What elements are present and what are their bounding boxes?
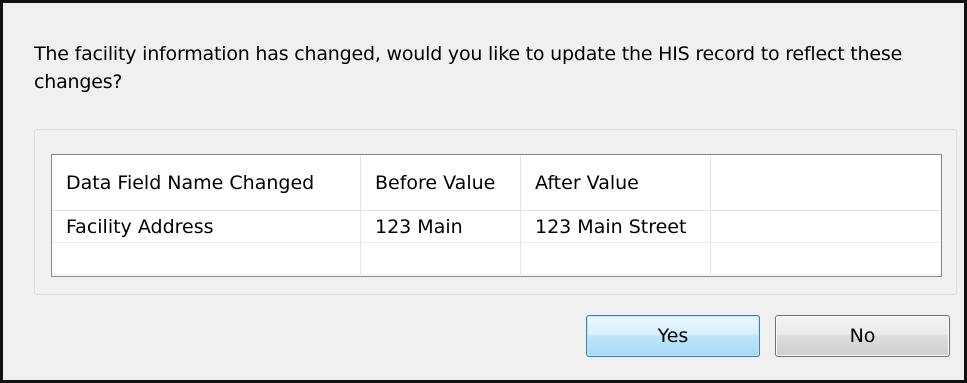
table-header: Data Field Name Changed Before Value Aft… (52, 155, 941, 211)
confirmation-dialog: The facility information has changed, wo… (0, 0, 967, 383)
column-header-after-value[interactable]: After Value (521, 155, 711, 210)
table-cell-field-name (52, 243, 361, 274)
dialog-message: The facility information has changed, wo… (34, 43, 903, 93)
column-header-before-value[interactable]: Before Value (361, 155, 521, 210)
table-cell-after-value (521, 243, 711, 274)
no-button[interactable]: No (775, 315, 950, 357)
column-header-field-name[interactable]: Data Field Name Changed (52, 155, 361, 210)
yes-button[interactable]: Yes (586, 315, 760, 357)
column-header-filler (711, 155, 941, 210)
table-cell-filler (711, 211, 941, 242)
table-row[interactable] (52, 243, 941, 275)
table-cell-before-value: 123 Main (361, 211, 521, 242)
changes-table[interactable]: Data Field Name Changed Before Value Aft… (51, 154, 942, 277)
table-cell-field-name: Facility Address (52, 211, 361, 242)
table-row[interactable]: Facility Address 123 Main 123 Main Stree… (52, 211, 941, 243)
table-cell-filler (711, 243, 941, 274)
table-cell-after-value: 123 Main Street (521, 211, 711, 242)
table-cell-before-value (361, 243, 521, 274)
